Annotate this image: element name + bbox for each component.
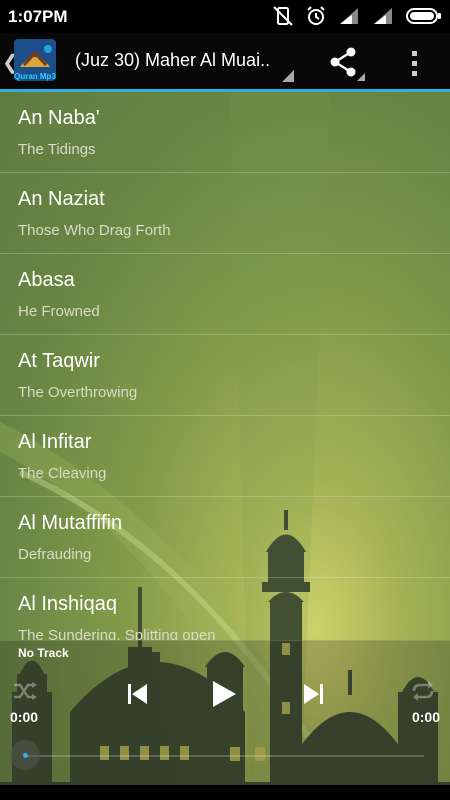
app-logo-icon[interactable]: Quran Mp3: [12, 37, 58, 83]
status-bar: 1:07PM: [0, 0, 450, 33]
surah-meaning: The Sundering, Splitting open: [18, 627, 216, 640]
shuffle-icon[interactable]: [12, 681, 38, 701]
surah-name: Al Inshiqaq: [18, 593, 117, 615]
surah-meaning: He Frowned: [18, 303, 100, 320]
time-elapsed: 0:00: [10, 709, 39, 725]
surah-meaning: Those Who Drag Forth: [18, 222, 171, 239]
share-icon: [330, 47, 365, 81]
nav-bar: [0, 785, 450, 800]
player-panel: No Track 0:00 0:00: [0, 640, 450, 786]
seek-thumb[interactable]: [10, 740, 40, 770]
overflow-menu-button[interactable]: [402, 43, 428, 83]
share-button[interactable]: [325, 43, 369, 83]
surah-meaning: The Tidings: [18, 141, 96, 158]
surah-meaning: Defrauding: [18, 546, 92, 563]
alarm-icon: [307, 6, 325, 25]
surah-meaning: The Overthrowing: [18, 384, 138, 401]
signal-icon: [340, 8, 358, 24]
list-item[interactable]: Al Infitar The Cleaving: [0, 416, 450, 497]
status-time: 1:07PM: [8, 6, 68, 26]
page-title[interactable]: (Juz 30) Maher Al Muai..: [75, 50, 270, 71]
status-icons: [272, 6, 442, 26]
vibrate-off-icon: [273, 6, 293, 26]
surah-name: Al Mutaffifin: [18, 512, 123, 534]
dropdown-corner-icon: [282, 70, 294, 82]
surah-meaning: The Cleaving: [18, 465, 107, 482]
previous-track-button[interactable]: [127, 683, 149, 705]
play-button[interactable]: [210, 679, 238, 709]
surah-name: Abasa: [18, 269, 75, 291]
next-track-button[interactable]: [302, 683, 324, 705]
list-item[interactable]: An Naziat Those Who Drag Forth: [0, 173, 450, 254]
list-item[interactable]: Al Inshiqaq The Sundering, Splitting ope…: [0, 578, 450, 640]
seek-bar[interactable]: [24, 755, 424, 757]
list-item[interactable]: An Naba' The Tidings: [0, 92, 450, 173]
track-label: No Track: [18, 646, 69, 660]
surah-list[interactable]: An Naba' The Tidings An Naziat Those Who…: [0, 92, 450, 640]
action-bar: ❮ Quran Mp3 (Juz 30) Maher Al Muai..: [0, 33, 450, 92]
list-item[interactable]: Abasa He Frowned: [0, 254, 450, 335]
surah-name: An Naziat: [18, 188, 105, 210]
list-item[interactable]: At Taqwir The Overthrowing: [0, 335, 450, 416]
surah-name: An Naba': [18, 107, 100, 129]
app-icon-text: Quran Mp3: [14, 72, 56, 81]
repeat-icon[interactable]: [410, 681, 436, 701]
list-item[interactable]: Al Mutaffifin Defrauding: [0, 497, 450, 578]
battery-icon: [406, 8, 441, 24]
surah-name: Al Infitar: [18, 431, 92, 453]
time-total: 0:00: [411, 709, 440, 725]
surah-name: At Taqwir: [18, 350, 100, 372]
signal-icon-2: [374, 8, 392, 24]
more-vert-icon: [412, 51, 417, 76]
